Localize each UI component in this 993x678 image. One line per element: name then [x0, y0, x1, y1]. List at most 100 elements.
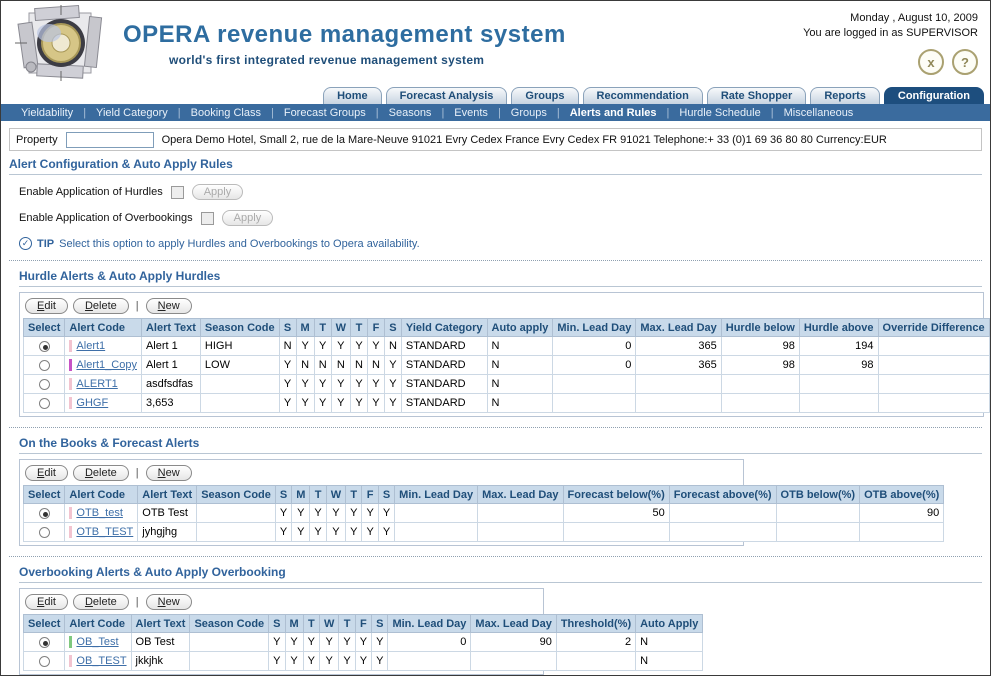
column-header-s: S	[384, 319, 401, 337]
select-radio[interactable]	[39, 360, 50, 371]
cell-max-lead-day	[636, 375, 721, 394]
alert-code-link[interactable]: OTB_test	[76, 507, 122, 519]
column-header-s: S	[279, 319, 296, 337]
cell-alert-code: OTB_test	[65, 504, 138, 523]
subnav-item-seasons[interactable]: Seasons	[379, 107, 442, 119]
cell-t: Y	[346, 504, 362, 523]
enable-application-of-overbookings-checkbox[interactable]	[201, 212, 214, 225]
edit-button[interactable]: Edit	[25, 298, 68, 314]
select-radio[interactable]	[39, 379, 50, 390]
header: OPERA revenue management system world's …	[1, 1, 990, 85]
new-button[interactable]: New	[146, 465, 192, 481]
cell-max-lead-day	[636, 394, 721, 413]
cell-s: Y	[384, 375, 401, 394]
column-header-alert-text: Alert Text	[138, 486, 197, 504]
config-row: Enable Application of OverbookingsApply	[19, 209, 982, 227]
cell-alert-code: ALERT1	[65, 375, 142, 394]
select-radio[interactable]	[39, 527, 50, 538]
select-radio[interactable]	[39, 656, 50, 667]
tab-rate-shopper[interactable]: Rate Shopper	[707, 87, 807, 104]
cell-s: Y	[378, 523, 394, 542]
column-header-w: W	[320, 615, 339, 633]
column-header-otb-above-: OTB above(%)	[860, 486, 944, 504]
delete-button[interactable]: Delete	[73, 298, 129, 314]
new-button[interactable]: New	[146, 594, 192, 610]
tab-bar: HomeForecast AnalysisGroups Recommendatio…	[1, 85, 990, 104]
alert-code-link[interactable]: GHGF	[76, 397, 108, 409]
alert-code-link[interactable]: ALERT1	[76, 378, 117, 390]
column-header-m: M	[292, 486, 310, 504]
cell-t: Y	[339, 633, 355, 652]
alerts-table: SelectAlert CodeAlert TextSeason CodeSMT…	[23, 614, 703, 671]
edit-button[interactable]: Edit	[25, 465, 68, 481]
cell-hurdle-below	[721, 375, 799, 394]
subnav-item-yield-category[interactable]: Yield Category	[86, 107, 178, 119]
tab-groups[interactable]: Groups	[511, 87, 578, 104]
alert-color-bar	[69, 397, 72, 409]
cell-s: Y	[279, 375, 296, 394]
alert-code-link[interactable]: Alert1_Copy	[76, 359, 137, 371]
column-header-alert-code: Alert Code	[65, 615, 131, 633]
subnav-item-forecast-groups[interactable]: Forecast Groups	[274, 107, 376, 119]
select-radio[interactable]	[39, 508, 50, 519]
select-radio[interactable]	[39, 398, 50, 409]
alert-code-link[interactable]: OTB_TEST	[76, 526, 133, 538]
cell-max-lead-day	[471, 652, 556, 671]
cell-season-code: LOW	[200, 356, 279, 375]
property-bar: Property Opera Demo Hotel, Small 2, rue …	[9, 128, 982, 151]
cell-threshold-	[556, 652, 635, 671]
enable-application-of-hurdles-checkbox[interactable]	[171, 186, 184, 199]
table-row: GHGF3,653YYYYYYYSTANDARDN	[24, 394, 990, 413]
cell-w: Y	[326, 504, 345, 523]
app-subtitle: world's first integrated revenue managem…	[169, 53, 566, 67]
select-radio[interactable]	[39, 637, 50, 648]
new-button[interactable]: New	[146, 298, 192, 314]
cell-min-lead-day	[553, 375, 636, 394]
column-header-season-code: Season Code	[200, 319, 279, 337]
toolbar-separator: |	[134, 596, 141, 608]
subnav-item-events[interactable]: Events	[444, 107, 498, 119]
cell-hurdle-above	[799, 375, 878, 394]
delete-button[interactable]: Delete	[73, 465, 129, 481]
tab-forecast-analysis[interactable]: Forecast Analysis	[386, 87, 508, 104]
delete-button[interactable]: Delete	[73, 594, 129, 610]
cell-f: Y	[362, 504, 378, 523]
cell-alert-code: Alert1_Copy	[65, 356, 142, 375]
main-content: Property Opera Demo Hotel, Small 2, rue …	[1, 121, 990, 675]
subnav-item-miscellaneous[interactable]: Miscellaneous	[774, 107, 864, 119]
edit-button[interactable]: Edit	[25, 594, 68, 610]
subnav-item-yieldability[interactable]: Yieldability	[11, 107, 83, 119]
apply-button[interactable]: Apply	[222, 210, 274, 226]
close-button[interactable]: x	[918, 49, 944, 75]
help-button[interactable]: ?	[952, 49, 978, 75]
column-header-f: F	[362, 486, 378, 504]
column-header-season-code: Season Code	[197, 486, 276, 504]
apply-button[interactable]: Apply	[192, 184, 244, 200]
cell-alert-code: GHGF	[65, 394, 142, 413]
cell-forecast-above-	[669, 504, 776, 523]
alert-code-link[interactable]: OB_Test	[76, 636, 118, 648]
subnav-item-hurdle-schedule[interactable]: Hurdle Schedule	[669, 107, 770, 119]
subnav-item-alerts-and-rules[interactable]: Alerts and Rules	[560, 107, 667, 119]
select-radio[interactable]	[39, 341, 50, 352]
property-input[interactable]	[66, 132, 154, 148]
subnav-item-groups[interactable]: Groups	[501, 107, 557, 119]
cell-season-code	[200, 394, 279, 413]
column-header-t: T	[339, 615, 355, 633]
tab-home[interactable]: Home	[323, 87, 382, 104]
alert-code-link[interactable]: Alert1	[76, 340, 105, 352]
cell-f: Y	[355, 633, 371, 652]
cell-alert-text: jyhgjhg	[138, 523, 197, 542]
cell-forecast-below-: 50	[563, 504, 669, 523]
cell-yield-category: STANDARD	[401, 356, 487, 375]
column-header-auto-apply: Auto apply	[487, 319, 553, 337]
table-row: Alert1Alert 1HIGHNYYYYYNSTANDARDN0365981…	[24, 337, 990, 356]
toolbar-separator: |	[134, 300, 141, 312]
tab-reports[interactable]: Reports	[810, 87, 880, 104]
tab-recommendation[interactable]: Recommendation	[583, 87, 703, 104]
subnav-item-booking-class[interactable]: Booking Class	[181, 107, 271, 119]
tab-configuration[interactable]: Configuration	[884, 87, 984, 104]
alert-code-link[interactable]: OB_TEST	[76, 655, 126, 667]
cell-s: Y	[269, 652, 285, 671]
cell-hurdle-below: 98	[721, 337, 799, 356]
